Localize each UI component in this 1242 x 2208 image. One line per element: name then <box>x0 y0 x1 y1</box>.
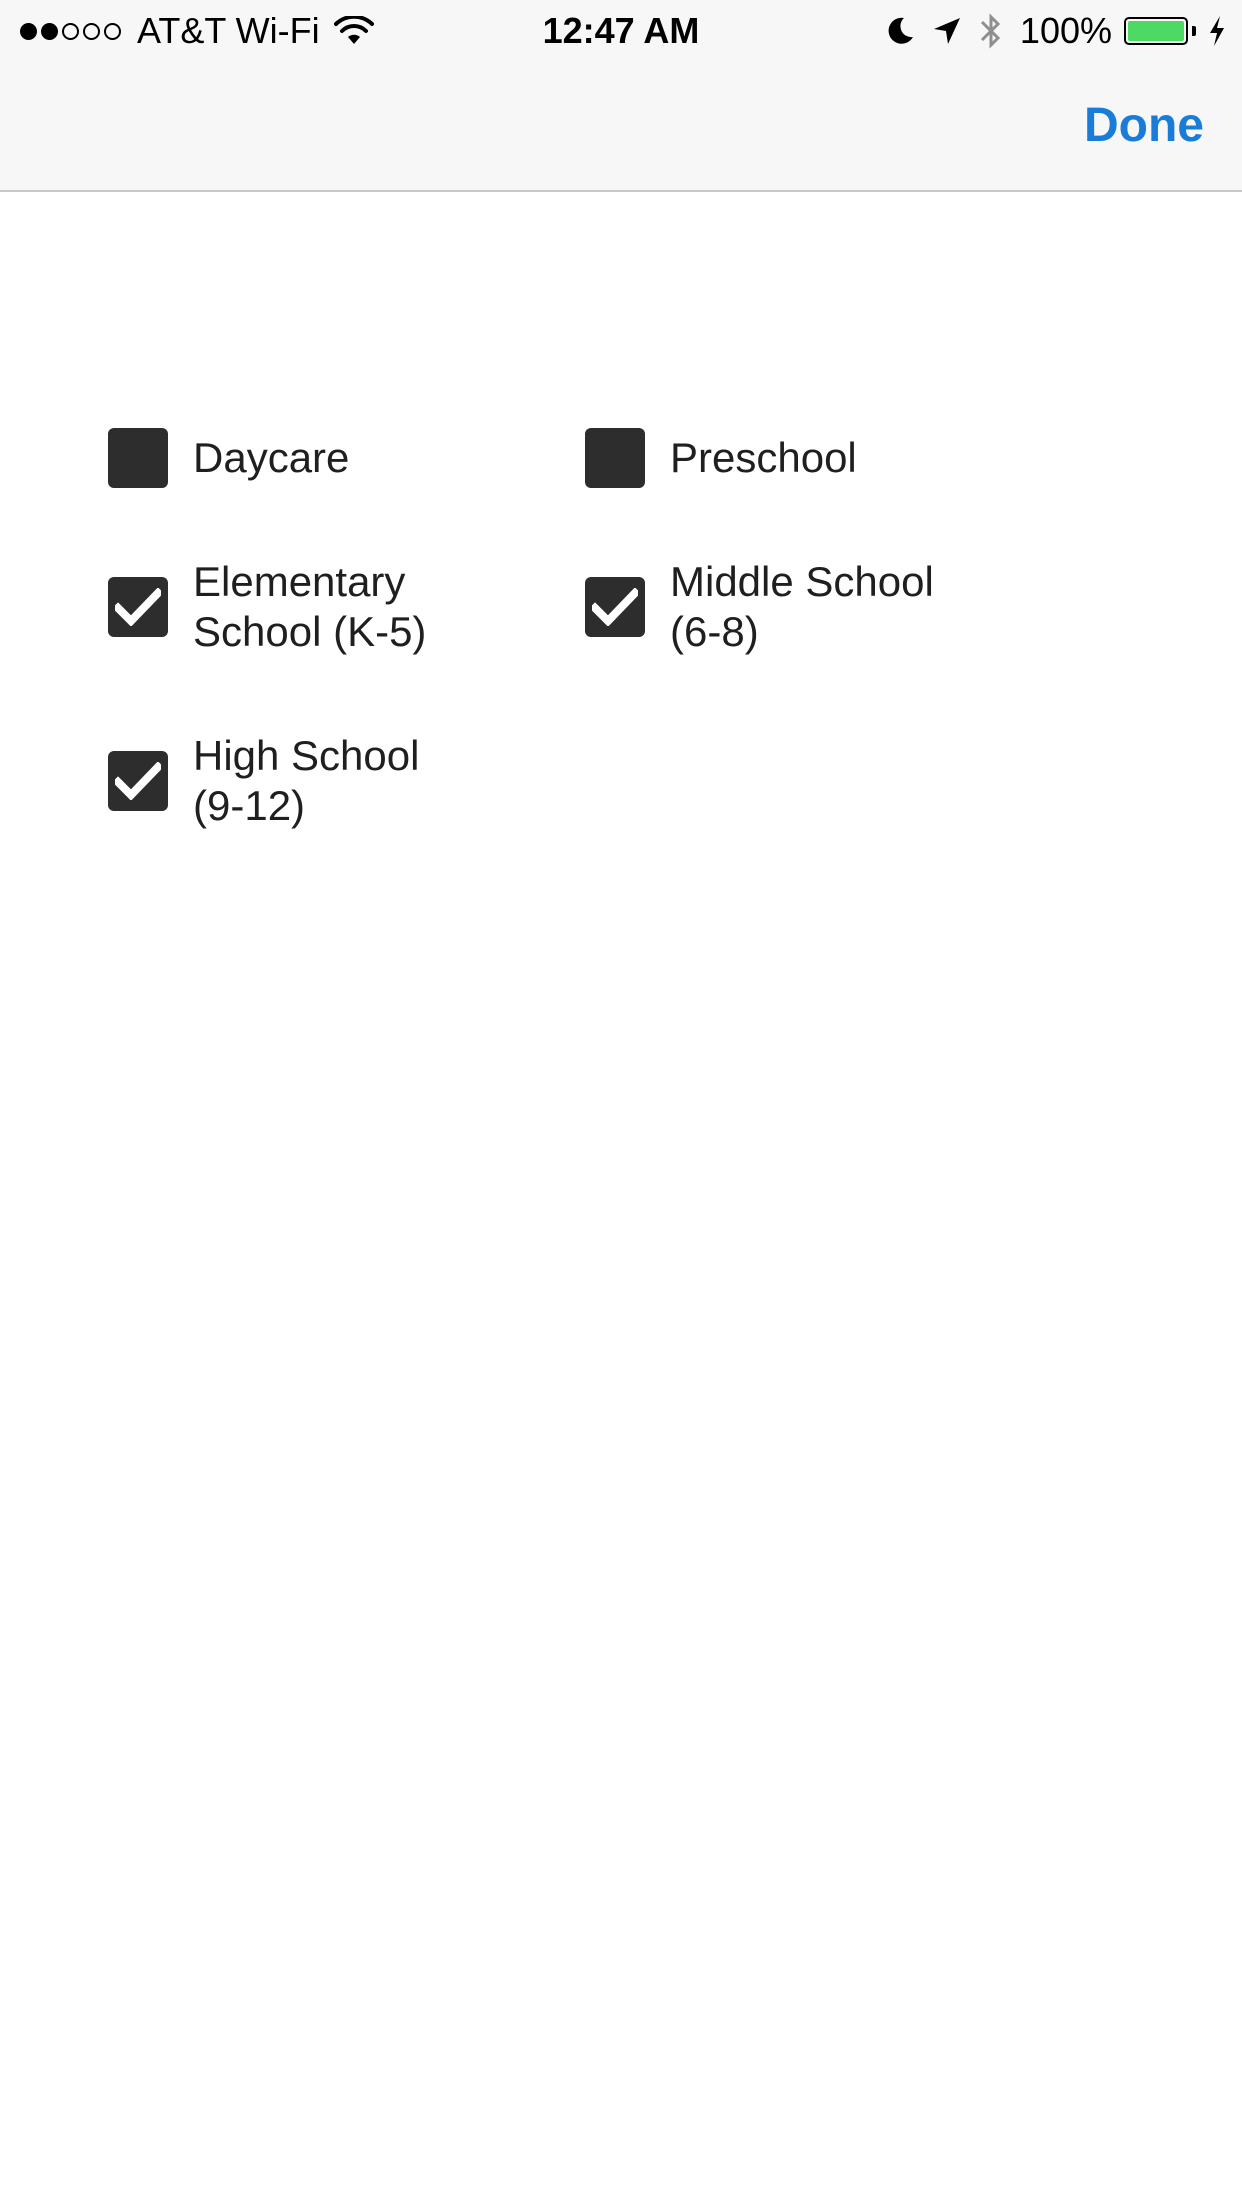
checkbox-checked[interactable] <box>585 577 645 637</box>
battery-icon <box>1124 17 1188 45</box>
charging-icon <box>1210 16 1224 46</box>
option-middle-school[interactable]: Middle School (6-8) <box>585 557 1010 657</box>
checkbox-unchecked[interactable] <box>108 428 168 488</box>
checkbox-unchecked[interactable] <box>585 428 645 488</box>
option-daycare[interactable]: Daycare <box>108 428 513 488</box>
done-button[interactable]: Done <box>1084 62 1204 190</box>
option-label: Elementary School (K-5) <box>193 558 427 655</box>
nav-bar: Done <box>0 62 1242 192</box>
status-right: 100% <box>884 10 1226 52</box>
school-level-options: Daycare Preschool Elementary School (K-5… <box>0 0 1242 2208</box>
status-bar: AT&T Wi-Fi 12:47 AM 100% <box>0 0 1242 62</box>
moon-icon <box>888 17 913 44</box>
checkmark-icon <box>592 588 638 626</box>
battery-level-fill <box>1128 21 1184 41</box>
location-icon <box>933 18 960 44</box>
checkbox-checked[interactable] <box>108 577 168 637</box>
checkmark-icon <box>115 588 161 626</box>
checkmark-icon <box>115 762 161 800</box>
option-elementary-school[interactable]: Elementary School (K-5) <box>108 557 513 657</box>
option-high-school[interactable]: High School (9-12) <box>108 731 513 831</box>
option-label: Daycare <box>193 434 350 481</box>
checkbox-checked[interactable] <box>108 751 168 811</box>
option-label: Middle School (6-8) <box>670 558 934 655</box>
battery-percent: 100% <box>1019 10 1112 51</box>
option-label: Preschool <box>670 434 857 481</box>
battery-tip <box>1192 26 1196 36</box>
option-preschool[interactable]: Preschool <box>585 428 990 488</box>
option-label: High School (9-12) <box>193 732 420 829</box>
bluetooth-icon <box>980 13 1001 49</box>
